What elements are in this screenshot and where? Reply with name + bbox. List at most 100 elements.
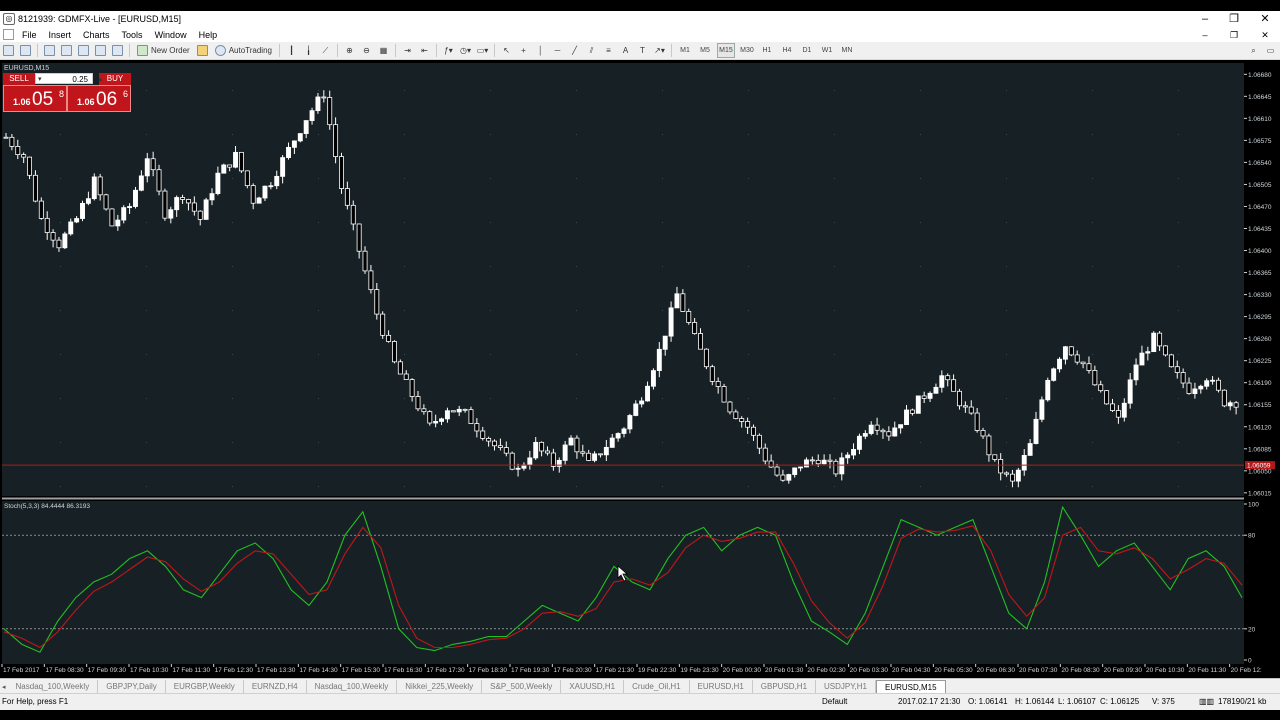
grid-dot [1006, 354, 1007, 355]
timeframe-mn[interactable]: MN [839, 44, 855, 57]
lot-increase-icon[interactable]: ▴ [98, 74, 102, 85]
tab-xauusd-h1[interactable]: XAUUSD,H1 [561, 680, 625, 693]
zoom-in-icon[interactable]: ⊕ [343, 44, 356, 57]
tab-eurgbp-weekly[interactable]: EURGBP,Weekly [166, 680, 244, 693]
new-order-label: New Order [151, 46, 190, 55]
navigator-icon[interactable] [77, 44, 90, 57]
tester-icon[interactable] [111, 44, 124, 57]
candle-body [680, 293, 686, 312]
tab-crude-oil-h1[interactable]: Crude_Oil,H1 [624, 680, 690, 693]
tab-nikkei-weekly[interactable]: Nikkei_225,Weekly [397, 680, 483, 693]
grid-dot [232, 222, 233, 223]
menu-window[interactable]: Window [149, 30, 193, 40]
timeframe-h4[interactable]: H4 [779, 44, 795, 57]
time-axis-label: 17 Feb 09:30 [88, 667, 127, 674]
sell-label[interactable]: SELL [3, 73, 35, 85]
tab-sp500-weekly[interactable]: S&P_500,Weekly [482, 680, 562, 693]
candle-body [939, 375, 945, 388]
grid-dot [318, 222, 319, 223]
tab-usdjpy-h1[interactable]: USDJPY,H1 [816, 680, 876, 693]
line-chart-icon[interactable]: ⟋ [319, 44, 332, 57]
lot-size-input[interactable]: ▾ 0.25 ▴ [35, 73, 102, 85]
menu-tools[interactable]: Tools [116, 30, 149, 40]
new-order-button[interactable]: New Order [135, 44, 192, 57]
buy-label[interactable]: BUY [99, 73, 131, 85]
horizontal-line-icon[interactable]: ─ [551, 44, 564, 57]
templates-icon[interactable]: ▭▾ [476, 44, 489, 57]
candle-body [1180, 372, 1186, 384]
vertical-line-icon[interactable]: │ [534, 44, 547, 57]
arrows-icon[interactable]: ↗▾ [653, 44, 666, 57]
grid-dot [1006, 178, 1007, 179]
status-profile[interactable]: Default [822, 697, 847, 706]
trendline-icon[interactable]: ╱ [568, 44, 581, 57]
lot-decrease-icon[interactable]: ▾ [38, 74, 42, 85]
tab-nasdaq-weekly-2[interactable]: Nasdaq_100,Weekly [307, 680, 398, 693]
candle-body [1068, 346, 1074, 356]
timeframe-m1[interactable]: M1 [677, 44, 693, 57]
fibonacci-icon[interactable]: ≡ [602, 44, 615, 57]
sell-button[interactable]: 1.06 05 8 [3, 85, 67, 112]
doc-close-button[interactable]: ✕ [1250, 27, 1280, 43]
candle-body [545, 450, 550, 454]
menu-help[interactable]: Help [193, 30, 224, 40]
candle-body [933, 386, 939, 394]
candle-body [768, 460, 774, 468]
timeframe-d1[interactable]: D1 [799, 44, 815, 57]
menu-file[interactable]: File [16, 30, 43, 40]
tile-windows-icon[interactable]: ▦ [377, 44, 390, 57]
search-icon[interactable]: ⌕ [1247, 44, 1260, 57]
price-axis-label: 1.06365 [1248, 270, 1272, 277]
tab-gbpjpy-daily[interactable]: GBPJPY,Daily [98, 680, 166, 693]
menu-charts[interactable]: Charts [77, 30, 116, 40]
tab-eurusd-h1[interactable]: EURUSD,H1 [690, 680, 753, 693]
chart-window[interactable]: 1.06059 1.06680 1.06645 1.06610 1.06575 1.06… [0, 60, 1280, 678]
buy-button[interactable]: 1.06 06 6 [67, 85, 131, 112]
time-axis-label: 20 Feb 11:30 [1188, 667, 1226, 674]
maximize-button[interactable]: ❐ [1219, 11, 1249, 27]
new-chart-icon[interactable] [2, 44, 15, 57]
menu-insert[interactable]: Insert [43, 30, 78, 40]
indicators-icon[interactable]: ƒ▾ [442, 44, 455, 57]
time-axis-label: 20 Feb 03:30 [850, 667, 889, 674]
grid-dot [576, 266, 577, 267]
tab-gbpusd-h1[interactable]: GBPUSD,H1 [753, 680, 817, 693]
market-watch-icon[interactable] [43, 44, 56, 57]
meta-editor-icon[interactable] [196, 44, 209, 57]
doc-minimize-button[interactable]: – [1190, 27, 1220, 43]
timeframe-w1[interactable]: W1 [819, 44, 835, 57]
data-window-icon[interactable] [60, 44, 73, 57]
doc-restore-button[interactable]: ❐ [1219, 27, 1249, 43]
candle-body [303, 120, 309, 134]
cursor-icon[interactable]: ↖ [500, 44, 513, 57]
grid-dot [576, 486, 577, 487]
tab-nasdaq-weekly[interactable]: Nasdaq_100,Weekly [8, 680, 99, 693]
crosshair-icon[interactable]: + [517, 44, 530, 57]
time-axis-label: 20 Feb 04:30 [892, 667, 931, 674]
text-icon[interactable]: A [619, 44, 632, 57]
profiles-icon[interactable] [19, 44, 32, 57]
grid-dot [748, 398, 749, 399]
timeframe-h1[interactable]: H1 [759, 44, 775, 57]
tab-eurnzd-h4[interactable]: EURNZD,H4 [244, 680, 307, 693]
autotrading-button[interactable]: AutoTrading [213, 44, 274, 57]
text-label-icon[interactable]: T [636, 44, 649, 57]
timeframe-m15[interactable]: M15 [716, 43, 735, 58]
close-button[interactable]: ✕ [1250, 11, 1280, 27]
periods-icon[interactable]: ◷▾ [459, 44, 472, 57]
auto-scroll-icon[interactable]: ⇥ [401, 44, 414, 57]
zoom-out-icon[interactable]: ⊖ [360, 44, 373, 57]
tab-scroll-left-icon[interactable]: ◂ [2, 683, 6, 691]
channel-icon[interactable]: ⫽ [585, 44, 598, 57]
candle-body [221, 164, 227, 174]
chart-shift-icon[interactable]: ⇤ [418, 44, 431, 57]
timeframe-m5[interactable]: M5 [697, 44, 713, 57]
terminal-icon[interactable] [94, 44, 107, 57]
tab-eurusd-m15[interactable]: EURUSD,M15 [876, 679, 946, 694]
timeframe-m30[interactable]: M30 [739, 44, 755, 57]
minimize-button[interactable]: – [1190, 11, 1220, 27]
price-chart[interactable]: 1.06059 1.066801.066451.066101.065751.06… [0, 60, 1280, 678]
bar-chart-icon[interactable]: ┃ [285, 44, 298, 57]
chat-icon[interactable]: ▭ [1264, 44, 1277, 57]
candlestick-icon[interactable]: ╽ [302, 44, 315, 57]
